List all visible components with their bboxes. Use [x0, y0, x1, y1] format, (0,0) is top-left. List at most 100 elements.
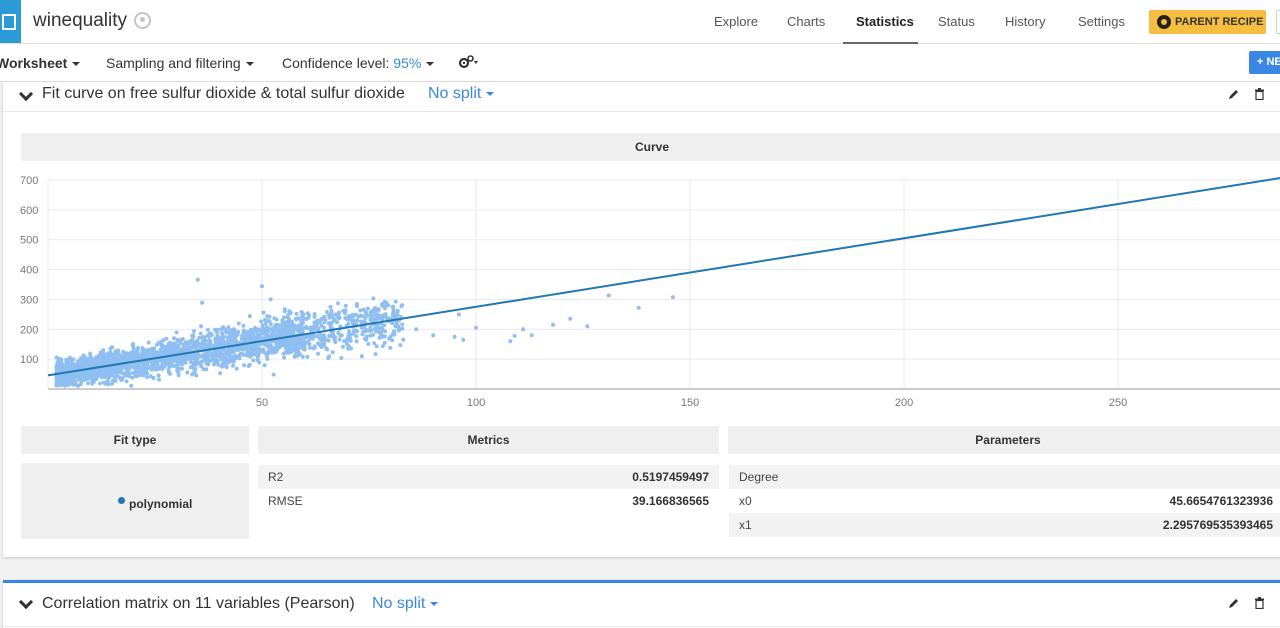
- collapse-chevron-icon[interactable]: [18, 594, 34, 610]
- data-point: [380, 344, 385, 349]
- data-point: [241, 323, 246, 328]
- data-point: [125, 351, 130, 356]
- data-point: [308, 326, 313, 331]
- new-card-button[interactable]: + NE: [1249, 51, 1280, 74]
- data-point: [324, 346, 329, 351]
- data-point: [80, 362, 85, 367]
- split-label: No split: [428, 85, 482, 102]
- dataset-title[interactable]: winequality: [33, 10, 127, 32]
- data-point: [344, 341, 349, 346]
- data-point: [110, 381, 114, 386]
- parent-recipe-button[interactable]: PARENT RECIPE: [1149, 10, 1266, 34]
- data-point: [373, 352, 378, 357]
- data-point: [401, 337, 406, 342]
- confidence-label: Confidence level:: [282, 55, 390, 71]
- status-icon: [134, 12, 151, 29]
- chevron-down-icon: [426, 62, 435, 67]
- data-point: [219, 327, 223, 332]
- edit-icon[interactable]: [1228, 88, 1240, 100]
- data-point: [64, 357, 69, 362]
- gears-icon[interactable]: [458, 54, 478, 70]
- data-point: [346, 321, 351, 326]
- data-point: [174, 330, 179, 335]
- data-point: [226, 336, 231, 341]
- data-point: [360, 332, 365, 337]
- data-point: [330, 332, 335, 337]
- data-point: [393, 299, 398, 304]
- data-point: [208, 351, 213, 356]
- data-point: [147, 349, 152, 354]
- data-point: [307, 313, 311, 318]
- data-point: [396, 325, 401, 330]
- data-point: [332, 336, 337, 341]
- data-point: [288, 337, 293, 342]
- data-point: [121, 349, 126, 354]
- collapse-chevron-icon[interactable]: [18, 86, 34, 102]
- data-point: [71, 363, 76, 367]
- data-point: [198, 331, 203, 336]
- data-point: [287, 309, 292, 314]
- parameter-row: x0 45.6654761323936: [729, 489, 1280, 513]
- worksheet-dropdown[interactable]: Worksheet: [0, 55, 81, 71]
- data-point: [362, 336, 367, 341]
- tab-history[interactable]: History: [1005, 14, 1045, 29]
- sampling-dropdown[interactable]: Sampling and filtering: [106, 55, 254, 71]
- fit-line: [47, 177, 1280, 377]
- data-point: [299, 319, 304, 324]
- data-point: [341, 308, 346, 313]
- data-point: [321, 342, 326, 347]
- data-point: [391, 315, 396, 320]
- card-title: Fit curve on free sulfur dioxide & total…: [42, 85, 405, 102]
- data-point: [315, 322, 319, 327]
- data-point: [284, 320, 289, 325]
- split-dropdown[interactable]: No split: [372, 595, 439, 613]
- data-point: [363, 329, 368, 333]
- data-point: [215, 353, 220, 358]
- data-point: [365, 306, 370, 311]
- data-point: [265, 314, 270, 319]
- data-point: [355, 304, 359, 309]
- edit-icon[interactable]: [1228, 597, 1240, 609]
- data-point: [130, 354, 135, 359]
- data-point: [300, 326, 305, 331]
- tab-settings[interactable]: Settings: [1078, 14, 1125, 29]
- data-point: [328, 304, 333, 309]
- data-point: [305, 354, 310, 359]
- dataset-icon[interactable]: [0, 0, 21, 43]
- data-point: [294, 311, 299, 316]
- data-point: [336, 301, 340, 306]
- data-point: [383, 312, 388, 317]
- data-point: [58, 383, 63, 387]
- data-point: [521, 327, 526, 332]
- metric-value: 0.5197459497: [632, 470, 709, 484]
- data-point: [81, 355, 86, 360]
- data-point: [167, 359, 172, 364]
- tab-statistics[interactable]: Statistics: [856, 14, 914, 29]
- data-point: [197, 354, 202, 359]
- trash-icon[interactable]: [1254, 88, 1265, 100]
- data-point: [340, 344, 345, 349]
- trash-icon[interactable]: [1254, 597, 1265, 609]
- split-dropdown[interactable]: No split: [428, 85, 495, 103]
- tab-charts[interactable]: Charts: [787, 14, 825, 29]
- data-point: [190, 372, 195, 377]
- data-point: [228, 348, 233, 353]
- tab-explore[interactable]: Explore: [714, 14, 758, 29]
- data-point: [236, 330, 241, 334]
- card-title: Correlation matrix on 11 variables (Pear…: [42, 595, 355, 612]
- confidence-dropdown[interactable]: Confidence level: 95%: [282, 55, 435, 71]
- data-point: [353, 312, 358, 317]
- data-point: [154, 342, 159, 347]
- data-point: [363, 315, 368, 320]
- data-point: [171, 336, 176, 341]
- data-point: [141, 353, 145, 358]
- parameter-row: Degree: [729, 465, 1280, 489]
- data-point: [315, 318, 320, 323]
- data-point: [378, 332, 383, 337]
- data-point: [301, 343, 306, 347]
- overflow-button[interactable]: [1276, 10, 1280, 34]
- data-point: [201, 367, 206, 372]
- data-point: [229, 340, 233, 345]
- tab-status[interactable]: Status: [938, 14, 975, 29]
- fit-curve-chart: 100 200 300 400 500 600 700 50 100 150 200 250: [20, 175, 1280, 409]
